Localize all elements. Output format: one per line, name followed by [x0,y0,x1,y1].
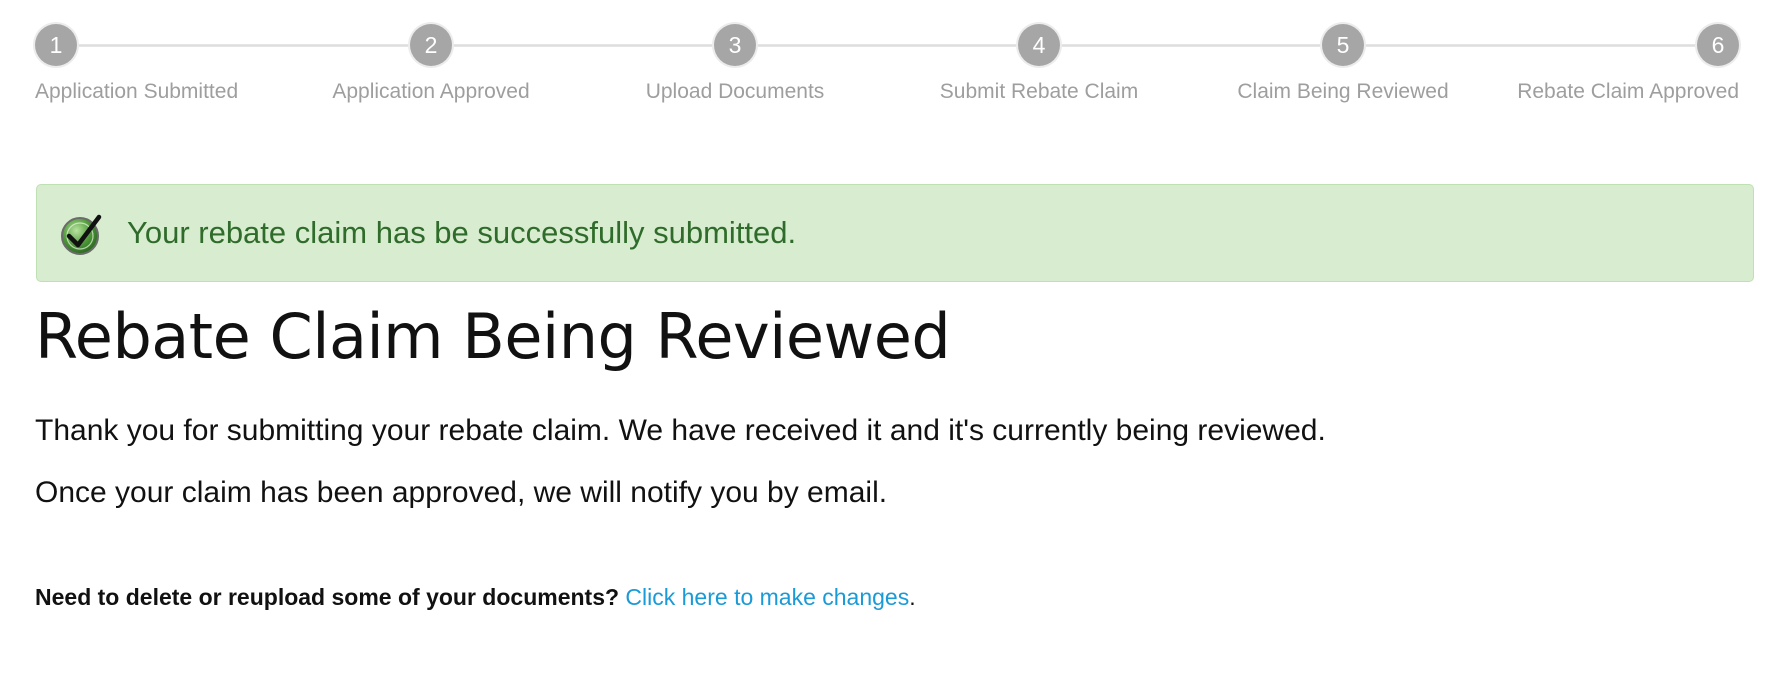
step-label: Upload Documents [645,80,825,103]
page-title: Rebate Claim Being Reviewed [35,300,951,373]
success-alert: Your rebate claim has be successfully su… [36,184,1754,282]
stepper-track [56,44,1719,47]
help-line: Need to delete or reupload some of your … [35,584,916,611]
progress-stepper: 1 Application Submitted 2 Application Ap… [0,0,1792,130]
alert-message: Your rebate claim has be successfully su… [127,215,797,250]
step-number: 1 [35,24,77,66]
info-paragraph: Thank you for submitting your rebate cla… [35,414,1326,447]
help-question: Need to delete or reupload some of your … [35,584,620,610]
step-label: Rebate Claim Approved [1517,80,1739,103]
step-label: Submit Rebate Claim [939,80,1139,103]
checkmark-icon [61,214,102,255]
step-number: 2 [410,24,452,66]
step-label: Application Approved [332,80,530,103]
step-label: Application Submitted [35,80,239,103]
step-number: 5 [1322,24,1364,66]
step-number: 4 [1018,24,1060,66]
help-suffix: . [909,584,916,610]
make-changes-link[interactable]: Click here to make changes [625,584,909,610]
notify-paragraph: Once your claim has been approved, we wi… [35,476,888,509]
step-number: 3 [714,24,756,66]
step-number: 6 [1697,24,1739,66]
step-label: Claim Being Reviewed [1237,80,1449,103]
